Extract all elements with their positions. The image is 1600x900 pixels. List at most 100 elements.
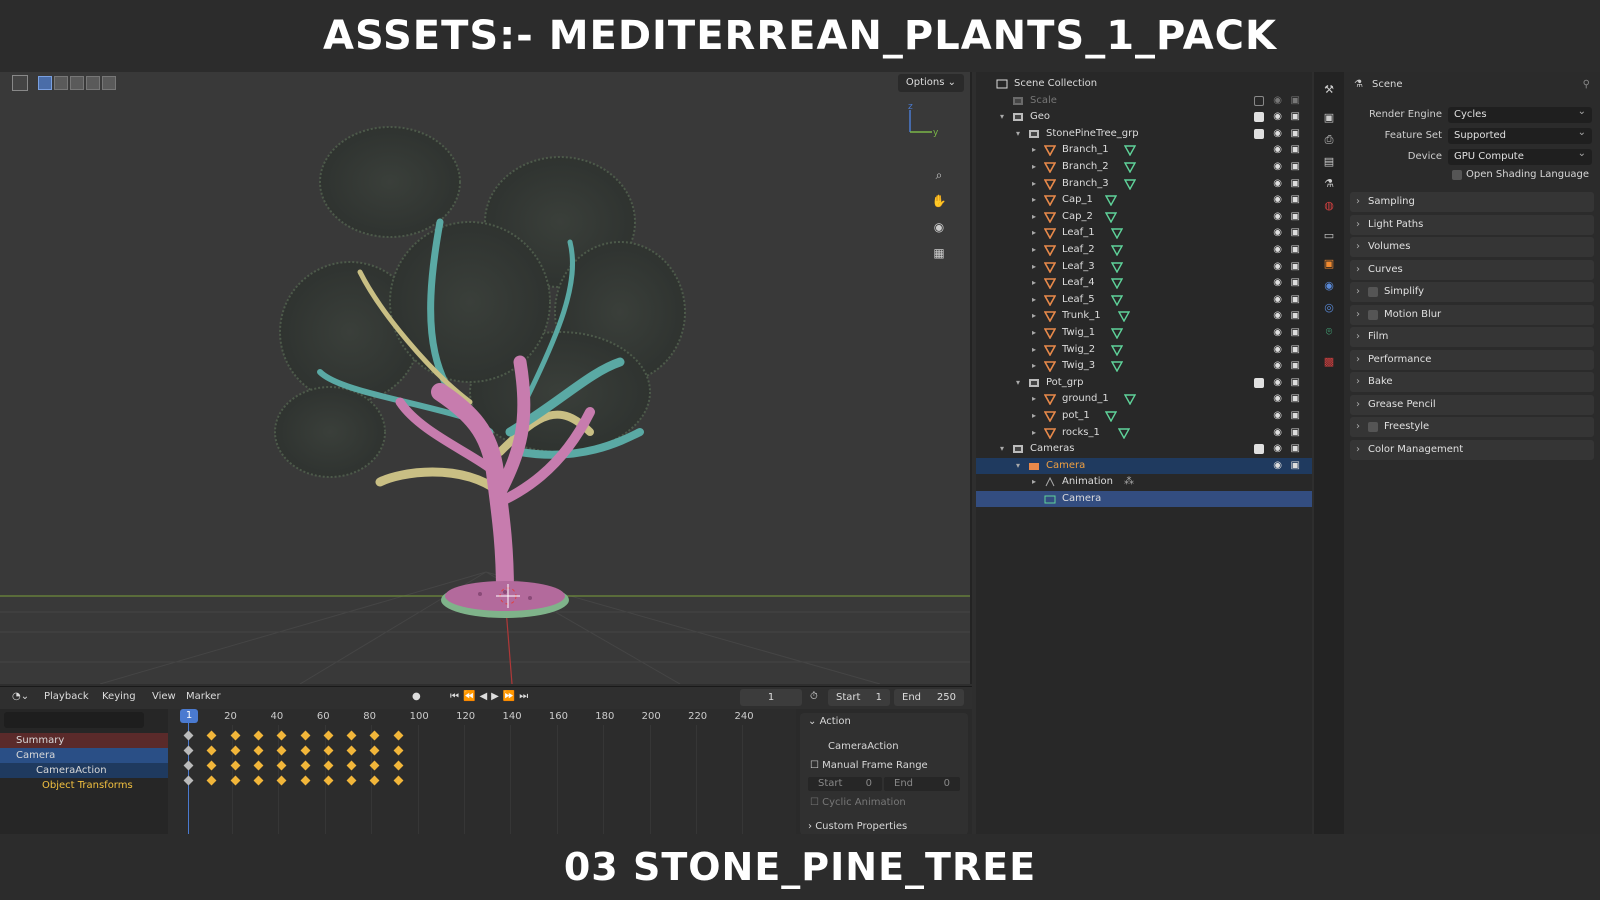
marker-menu[interactable]: Marker — [186, 691, 221, 702]
visibility-eye-icon[interactable]: ◉ — [1273, 192, 1282, 208]
expand-arrow-icon[interactable]: ▸ — [1032, 176, 1036, 192]
feature-set-select[interactable]: Supported — [1448, 125, 1592, 144]
select-invert-icon[interactable] — [86, 76, 100, 90]
panel-bake[interactable]: › Bake — [1350, 372, 1594, 392]
panel-film[interactable]: › Film — [1350, 327, 1594, 347]
panel-enable-checkbox[interactable] — [1368, 422, 1378, 432]
expand-arrow-icon[interactable]: ▸ — [1032, 425, 1036, 441]
collection-tab-icon[interactable]: ▭ — [1321, 228, 1337, 244]
render-camera-icon[interactable]: ▣ — [1291, 391, 1300, 407]
osl-row[interactable]: Open Shading Language — [1344, 166, 1600, 184]
outliner-row[interactable]: ▸ Branch_1 ◉ ▣ — [976, 142, 1312, 158]
visibility-eye-icon[interactable]: ◉ — [1273, 391, 1282, 407]
visibility-eye-icon[interactable]: ◉ — [1273, 159, 1282, 175]
visibility-eye-icon[interactable]: ◉ — [1273, 458, 1282, 474]
current-frame-field[interactable]: 1 — [740, 689, 802, 706]
outliner-row[interactable]: ▾ Camera ◉ ▣ — [976, 457, 1312, 474]
visibility-eye-icon[interactable]: ◉ — [1273, 109, 1282, 125]
keyframe-diamond[interactable] — [183, 760, 194, 771]
playback-menu[interactable]: Playback — [44, 691, 89, 702]
expand-arrow-icon[interactable]: ▸ — [1032, 142, 1036, 158]
action-end-field[interactable]: End 0 — [884, 777, 960, 791]
keyframe-diamond[interactable] — [346, 745, 357, 756]
outliner-row[interactable]: ▾ Pot_grp ◉ ▣ — [976, 375, 1312, 391]
panel-curves[interactable]: › Curves — [1350, 259, 1594, 280]
keyframe-diamond[interactable] — [346, 760, 357, 771]
expand-arrow-icon[interactable]: ▸ — [1032, 391, 1036, 407]
visibility-eye-icon[interactable]: ◉ — [1273, 308, 1282, 324]
zoom-icon[interactable]: ⌕ — [930, 166, 948, 184]
keyframe-diamond[interactable] — [300, 760, 310, 771]
object-tab-icon[interactable]: ▣ — [1321, 256, 1337, 272]
render-camera-icon[interactable]: ▣ — [1291, 325, 1300, 341]
keyframe-diamond[interactable] — [393, 775, 404, 786]
outliner-row[interactable]: ▸ Twig_2 ◉ ▣ — [976, 342, 1312, 358]
pan-hand-icon[interactable]: ✋ — [930, 192, 948, 210]
keyframe-diamond[interactable] — [300, 730, 310, 741]
object-data-tab-icon[interactable]: ⌾ — [1321, 324, 1337, 340]
visibility-eye-icon[interactable]: ◉ — [1273, 325, 1282, 341]
expand-arrow-icon[interactable]: ▸ — [1032, 408, 1036, 424]
outliner-row[interactable]: ▸ Twig_1 ◉ ▣ — [976, 325, 1312, 341]
outliner-row[interactable]: ▸ pot_1 ◉ ▣ — [976, 408, 1312, 424]
modifier-tab-icon[interactable]: ◉ — [1321, 278, 1337, 294]
playback-controls-icon[interactable]: ⏮⏪◀▶⏩⏭ — [450, 691, 532, 702]
keyframe-diamond[interactable] — [183, 745, 194, 756]
outliner-row[interactable]: ▾ StonePineTree_grp ◉ ▣ — [976, 126, 1312, 142]
panel-grease-pencil[interactable]: › Grease Pencil — [1350, 394, 1594, 415]
visibility-eye-icon[interactable]: ◉ — [1273, 225, 1282, 241]
keyframe-diamond[interactable] — [346, 730, 357, 741]
visibility-eye-icon[interactable]: ◉ — [1273, 441, 1282, 457]
axis-gizmo[interactable]: z y — [900, 102, 940, 142]
outliner-row[interactable]: ▸ rocks_1 ◉ ▣ — [976, 425, 1312, 441]
visibility-eye-icon[interactable]: ◉ — [1273, 292, 1282, 308]
exclude-checkbox[interactable] — [1254, 128, 1264, 139]
keyframe-diamond[interactable] — [393, 760, 404, 771]
3d-viewport[interactable]: Options ⌄ z y ⌕ ✋ ◉ ▦ — [0, 72, 972, 684]
keyframe-diamond[interactable] — [346, 775, 357, 786]
outliner-row[interactable]: Camera — [976, 491, 1312, 507]
keyframe-diamond[interactable] — [300, 775, 310, 786]
expand-arrow-icon[interactable]: ▸ — [1032, 275, 1036, 291]
render-camera-icon[interactable]: ▣ — [1291, 441, 1300, 457]
render-camera-icon[interactable]: ▣ — [1291, 458, 1300, 474]
outliner-row[interactable]: Scene Collection — [976, 76, 1312, 92]
output-tab-icon[interactable]: ⎙ — [1321, 132, 1337, 148]
select-new-icon[interactable] — [38, 76, 52, 90]
perspective-grid-icon[interactable]: ▦ — [930, 244, 948, 262]
action-start-field[interactable]: Start 0 — [808, 777, 882, 791]
select-intersect-icon[interactable] — [102, 76, 116, 90]
render-camera-icon[interactable]: ▣ — [1291, 275, 1300, 291]
render-camera-icon[interactable]: ▣ — [1291, 425, 1300, 441]
outliner-row[interactable]: ▾ Geo ◉ ▣ — [976, 109, 1312, 125]
visibility-eye-icon[interactable]: ◉ — [1273, 425, 1282, 441]
outliner-row[interactable]: ▸ Leaf_2 ◉ ▣ — [976, 242, 1312, 258]
texture-tab-icon[interactable]: ▩ — [1321, 354, 1337, 370]
keyframe-diamond[interactable] — [393, 745, 404, 756]
manual-frame-range-checkbox[interactable]: ☐ Manual Frame Range — [810, 760, 928, 771]
select-extend-icon[interactable] — [54, 76, 68, 90]
panel-enable-checkbox[interactable] — [1368, 287, 1378, 297]
channel-summary[interactable]: Summary — [0, 733, 168, 748]
channel-camera[interactable]: Camera — [0, 748, 168, 763]
panel-simplify[interactable]: › Simplify — [1350, 282, 1594, 302]
expand-arrow-icon[interactable]: ▸ — [1032, 242, 1036, 258]
render-camera-icon[interactable]: ▣ — [1291, 225, 1300, 241]
keyframe-diamond[interactable] — [206, 775, 217, 786]
render-camera-icon[interactable]: ▣ — [1291, 375, 1300, 391]
keyframe-diamond[interactable] — [183, 775, 194, 786]
panel-sampling[interactable]: › Sampling — [1350, 192, 1594, 212]
select-subtract-icon[interactable] — [70, 76, 84, 90]
view-layer-tab-icon[interactable]: ▤ — [1321, 154, 1337, 170]
outliner-row[interactable]: Scale ◉ ▣ — [976, 93, 1312, 109]
start-frame-field[interactable]: Start 1 — [828, 689, 890, 706]
collapse-arrow-icon[interactable]: ▾ — [1016, 375, 1020, 391]
render-engine-select[interactable]: Cycles — [1448, 104, 1592, 123]
collapse-arrow-icon[interactable]: ▾ — [1016, 126, 1020, 142]
keyframe-diamond[interactable] — [393, 730, 404, 741]
pin-icon[interactable]: ⚲ — [1583, 76, 1590, 94]
visibility-eye-icon[interactable]: ◉ — [1273, 242, 1282, 258]
visibility-eye-icon[interactable]: ◉ — [1273, 375, 1282, 391]
collapse-arrow-icon[interactable]: ▾ — [1000, 109, 1004, 125]
channel-camera-action[interactable]: CameraAction — [0, 763, 168, 778]
